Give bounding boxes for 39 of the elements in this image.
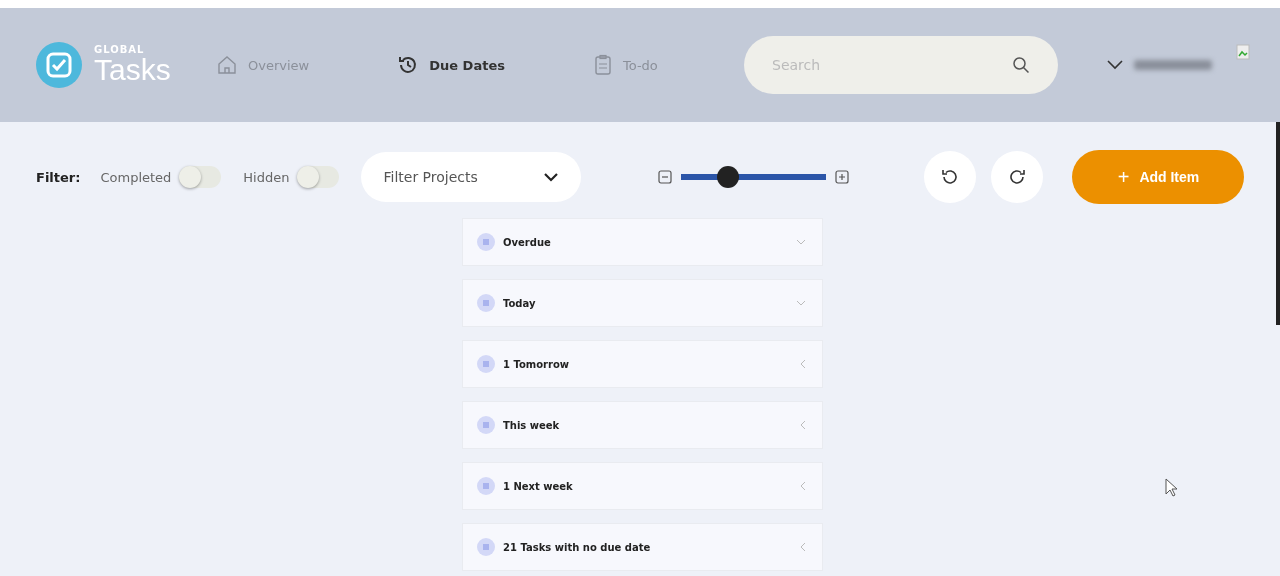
nav-tab[interactable]: Due Dates	[397, 54, 505, 76]
search-icon	[1012, 56, 1030, 74]
section-header[interactable]: Overdue	[463, 219, 822, 265]
plus-icon[interactable]	[835, 170, 850, 184]
section-header[interactable]: 1 Tomorrow	[463, 341, 822, 387]
logo-title: Tasks	[94, 55, 171, 85]
calendar-icon	[477, 538, 495, 556]
calendar-icon	[477, 416, 495, 434]
project-dropdown[interactable]: Filter Projects	[361, 152, 582, 202]
section-header[interactable]: Today	[463, 280, 822, 326]
chevron-down-icon	[796, 239, 806, 245]
scrollbar[interactable]	[1276, 122, 1280, 325]
toggle-switch[interactable]	[297, 166, 340, 188]
minus-icon[interactable]	[658, 170, 673, 184]
chevron-left-icon	[800, 359, 806, 369]
chevron-left-icon	[800, 542, 806, 552]
chevron-left-icon	[800, 420, 806, 430]
toggle-switch[interactable]	[179, 166, 222, 188]
calendar-icon	[477, 477, 495, 495]
chevron-down-icon[interactable]	[1106, 59, 1124, 71]
logo-subtitle: GLOBAL	[94, 45, 146, 55]
slider-thumb[interactable]	[716, 166, 739, 188]
section-header[interactable]: 21 Tasks with no due date	[463, 524, 822, 570]
house-icon	[216, 54, 238, 76]
section-header[interactable]: This week	[463, 402, 822, 448]
calendar-icon	[477, 233, 495, 251]
broken-image-icon	[1236, 44, 1250, 60]
checkbox-logo-icon	[36, 42, 82, 88]
calendar-icon	[477, 355, 495, 373]
chevron-down-icon	[796, 300, 806, 306]
toggle-label: Hidden	[243, 169, 290, 185]
calendar-icon	[477, 294, 495, 312]
mouse-pointer-icon	[1165, 478, 1179, 498]
chevron-left-icon	[800, 481, 806, 491]
toggle-label: Completed	[100, 169, 172, 185]
filter-label: Filter:	[36, 169, 81, 185]
clipboard-icon	[592, 54, 613, 76]
section-header[interactable]: 1 Next week	[463, 463, 822, 509]
chevron-down-icon	[543, 172, 560, 182]
